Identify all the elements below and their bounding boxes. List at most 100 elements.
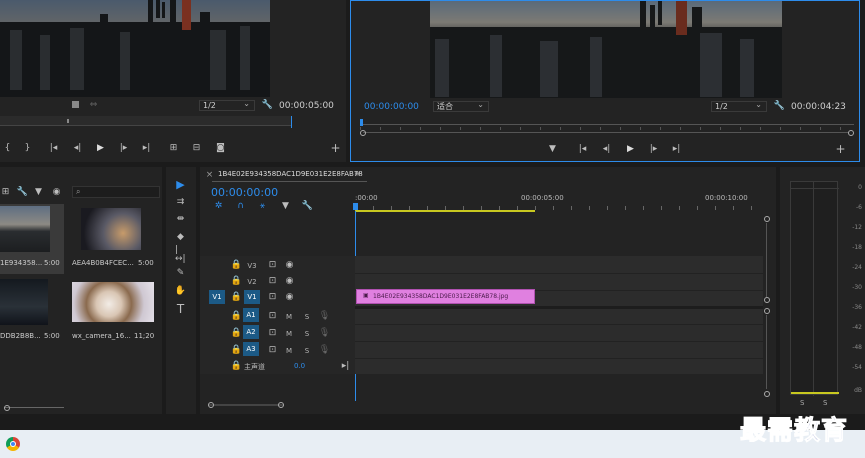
track-a3-label[interactable]: A3 bbox=[243, 342, 259, 356]
track-v2-label[interactable]: V2 bbox=[244, 278, 260, 286]
step-back-icon[interactable]: ◂| bbox=[72, 143, 83, 153]
close-icon[interactable]: × bbox=[204, 170, 215, 180]
lock-icon[interactable]: 🔒 bbox=[231, 311, 242, 321]
sync-lock-icon[interactable]: ⊡ bbox=[267, 328, 278, 338]
nest-icon[interactable]: ✲ bbox=[213, 201, 224, 211]
hand-tool-icon[interactable]: ✋ bbox=[175, 286, 186, 296]
program-fit-select[interactable]: 适合 bbox=[433, 100, 489, 112]
program-zoom-select[interactable]: 1/2 bbox=[711, 100, 767, 112]
master-volume[interactable]: 0.0 bbox=[294, 362, 305, 370]
mute-button[interactable]: M bbox=[285, 313, 293, 321]
prog-go-to-in-icon[interactable]: |◂ bbox=[577, 144, 588, 154]
timeline-settings-icon[interactable]: 🔧 bbox=[302, 201, 313, 211]
project-search-input[interactable]: ⌕ bbox=[72, 186, 160, 198]
add-marker-icon[interactable]: ▼ bbox=[547, 144, 558, 154]
timeline-timecode[interactable]: 00:00:00:00 bbox=[211, 186, 278, 199]
lock-icon[interactable]: 🔒 bbox=[231, 276, 242, 286]
program-add-button-icon[interactable]: + bbox=[835, 143, 846, 155]
project-zoom-slider[interactable] bbox=[4, 405, 64, 411]
type-tool-icon[interactable]: T bbox=[175, 303, 186, 315]
linked-selection-icon[interactable]: ⚹ bbox=[257, 201, 268, 211]
track-v3-label[interactable]: V3 bbox=[244, 262, 260, 270]
vertical-zoom-handle[interactable] bbox=[764, 297, 770, 303]
mic-icon[interactable]: 🎙 bbox=[319, 345, 330, 355]
snap-icon[interactable]: ∩ bbox=[235, 201, 246, 211]
ripple-edit-tool-icon[interactable]: ⇼ bbox=[175, 214, 186, 224]
mute-button[interactable]: M bbox=[285, 347, 293, 355]
eye-icon[interactable]: ◉ bbox=[284, 260, 295, 270]
vertical-zoom-handle[interactable] bbox=[764, 308, 770, 314]
program-settings-wrench-icon[interactable]: 🔧 bbox=[774, 101, 785, 111]
new-bin-icon[interactable]: ⊞ bbox=[0, 187, 11, 197]
source-scrubber[interactable] bbox=[0, 116, 292, 126]
solo-button[interactable]: S bbox=[303, 347, 311, 355]
solo-button[interactable]: S bbox=[303, 330, 311, 338]
program-playhead[interactable] bbox=[360, 119, 363, 126]
lock-icon[interactable]: 🔒 bbox=[231, 361, 242, 371]
track-a1-label[interactable]: A1 bbox=[243, 308, 259, 322]
fit-icon[interactable]: ⇔ bbox=[88, 100, 99, 110]
lock-icon[interactable]: 🔒 bbox=[231, 292, 242, 302]
timeline-zoom-bar[interactable] bbox=[208, 402, 284, 408]
sync-lock-icon[interactable]: ⊡ bbox=[267, 311, 278, 321]
add-marker-timeline-icon[interactable]: ▼ bbox=[280, 201, 291, 211]
mic-icon[interactable]: 🎙 bbox=[319, 328, 330, 338]
program-zoom-bar[interactable] bbox=[360, 130, 854, 136]
sync-lock-icon[interactable]: ⊡ bbox=[267, 260, 278, 270]
sequence-menu-icon[interactable]: ≡ bbox=[354, 169, 361, 178]
project-item-4[interactable]: wx_camera_16... 11;20 bbox=[72, 278, 160, 344]
source-patch-v1[interactable]: V1 bbox=[209, 290, 225, 304]
track-a2-label[interactable]: A2 bbox=[243, 325, 259, 339]
sequence-tab[interactable]: 1B4E02E934358DAC1D9E031E2E8FAB78 bbox=[218, 170, 363, 178]
time-ruler[interactable]: :00:00 00:00:05:00 00:00:10:00 bbox=[353, 191, 765, 212]
solo-right-button[interactable]: S bbox=[823, 399, 827, 407]
sync-lock-icon[interactable]: ⊡ bbox=[267, 292, 278, 302]
lock-icon[interactable]: 🔒 bbox=[231, 345, 242, 355]
source-playhead[interactable] bbox=[67, 119, 69, 123]
pen-tool-icon[interactable]: ✎ bbox=[175, 268, 186, 278]
insert-icon[interactable]: ⊞ bbox=[168, 143, 179, 153]
camera-icon[interactable]: ◙ bbox=[215, 143, 226, 153]
work-area-bar[interactable] bbox=[355, 210, 535, 212]
razor-tool-icon[interactable]: ◆ bbox=[175, 232, 186, 242]
sync-lock-icon[interactable]: ⊡ bbox=[267, 276, 278, 286]
program-timecode[interactable]: 00:00:00:00 bbox=[364, 102, 419, 112]
vertical-zoom-handle[interactable] bbox=[764, 391, 770, 397]
filter-icon[interactable]: ▼ bbox=[33, 187, 44, 197]
timeline-playhead-head[interactable] bbox=[353, 203, 358, 210]
go-to-in-icon[interactable]: |◂ bbox=[48, 143, 59, 153]
safe-margin-icon[interactable] bbox=[72, 101, 79, 108]
eye-icon[interactable]: ◉ bbox=[284, 292, 295, 302]
prog-step-back-icon[interactable]: ◂| bbox=[601, 144, 612, 154]
solo-left-button[interactable]: S bbox=[800, 399, 804, 407]
lock-icon[interactable]: 🔒 bbox=[231, 260, 242, 270]
selection-tool-icon[interactable]: ▶ bbox=[175, 179, 186, 190]
vertical-zoom-handle[interactable] bbox=[764, 216, 770, 222]
go-to-end-icon[interactable]: ▸| bbox=[340, 361, 351, 371]
timeline-clip[interactable]: ▣ 1B4E02E934358DAC1D9E031E2E8FAB78.jpg bbox=[356, 289, 535, 304]
project-item-3[interactable]: DDB2B8B... 5:00 bbox=[0, 278, 64, 344]
mic-icon[interactable]: 🎙 bbox=[319, 311, 330, 321]
sync-lock-icon[interactable]: ⊡ bbox=[267, 345, 278, 355]
chrome-icon[interactable] bbox=[6, 437, 20, 451]
slip-tool-icon[interactable]: |↔| bbox=[175, 246, 186, 264]
source-add-button-icon[interactable]: + bbox=[330, 142, 341, 154]
lock-icon[interactable]: 🔒 bbox=[231, 328, 242, 338]
track-v1-label[interactable]: V1 bbox=[244, 290, 260, 304]
prog-play-icon[interactable]: ▶ bbox=[625, 144, 636, 154]
source-settings-wrench-icon[interactable]: 🔧 bbox=[262, 100, 273, 110]
project-item-2[interactable]: AEA4B0B4FCEC... 5:00 bbox=[72, 204, 160, 274]
solo-button[interactable]: S bbox=[303, 313, 311, 321]
prog-step-forward-icon[interactable]: |▸ bbox=[648, 144, 659, 154]
eye-icon[interactable]: ◉ bbox=[284, 276, 295, 286]
play-icon[interactable]: ▶ bbox=[95, 143, 106, 153]
wrench-icon[interactable]: 🔧 bbox=[17, 187, 28, 197]
mute-button[interactable]: M bbox=[285, 330, 293, 338]
step-forward-icon[interactable]: |▸ bbox=[118, 143, 129, 153]
mark-in-icon[interactable]: { bbox=[2, 143, 13, 153]
project-item-1[interactable]: 1E934358... 5:00 bbox=[0, 204, 64, 274]
source-zoom-select[interactable]: 1/2 bbox=[199, 99, 255, 111]
track-lanes[interactable]: ▣ 1B4E02E934358DAC1D9E031E2E8FAB78.jpg bbox=[355, 256, 763, 374]
track-select-tool-icon[interactable]: ⇉ bbox=[175, 197, 186, 207]
overwrite-icon[interactable]: ⊟ bbox=[191, 143, 202, 153]
